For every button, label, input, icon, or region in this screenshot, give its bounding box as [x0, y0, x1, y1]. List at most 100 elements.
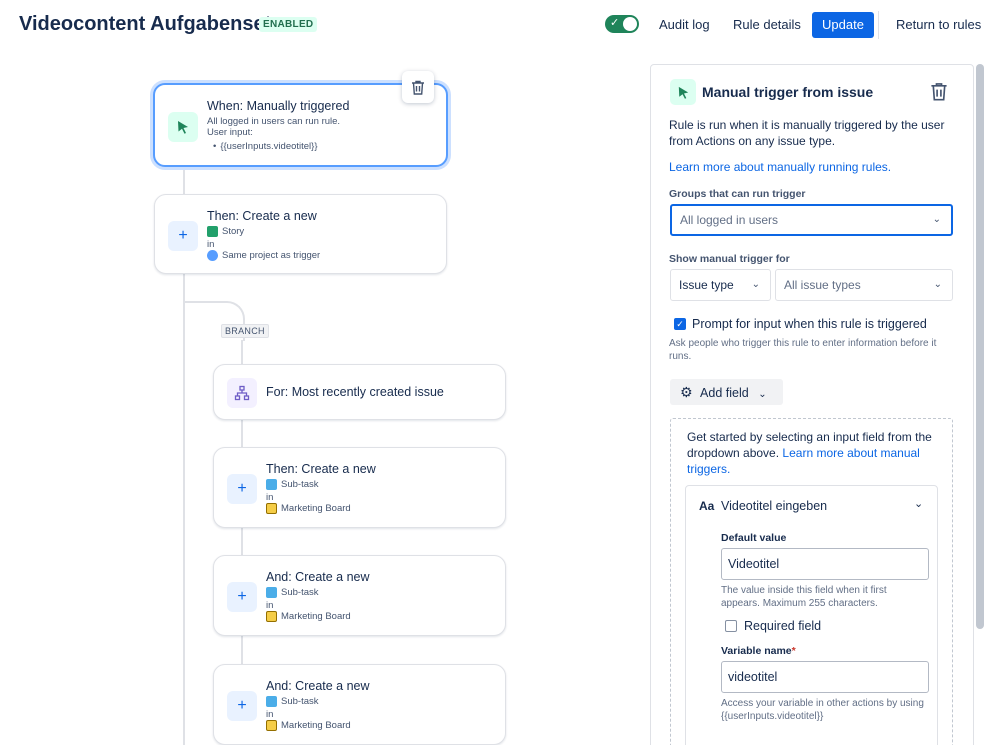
chevron-down-icon[interactable]: ⌄ [914, 497, 923, 510]
issue-types-value: All issue types [784, 278, 861, 292]
project-label: Marketing Board [281, 611, 351, 622]
prompt-checkbox[interactable]: ✓ [674, 318, 686, 330]
project-label: Marketing Board [281, 503, 351, 514]
project-label: Marketing Board [281, 720, 351, 731]
required-asterisk: * [791, 645, 796, 657]
trigger-panel-icon [670, 79, 696, 105]
subtask-icon [266, 696, 277, 707]
trigger-variable: {{userInputs.videotitel}} [220, 141, 318, 152]
return-to-rules-button[interactable]: Return to rules [888, 12, 989, 38]
text-type-icon: Aa [699, 499, 715, 513]
in-label: in [207, 239, 215, 250]
plus-icon: + [227, 691, 257, 721]
trigger-line1: All logged in users can run rule. [207, 116, 341, 127]
in-label: in [266, 600, 274, 611]
page-title: Videocontent Aufgabenset [19, 13, 272, 35]
issue-type-select[interactable]: Issue type ⌄ [670, 269, 771, 301]
chevron-down-icon: ⌄ [758, 389, 767, 400]
project: Marketing Board [266, 720, 351, 731]
in-label: in [266, 492, 274, 503]
story-icon [207, 226, 218, 237]
in-label: in [266, 709, 274, 720]
project: Same project as trigger [207, 250, 320, 261]
field-title: Videotitel eingeben [721, 499, 828, 513]
groups-select[interactable]: All logged in users ⌄ [670, 204, 953, 236]
variable-name-label: Variable name* [721, 645, 796, 657]
branch-tag: BRANCH [221, 324, 269, 338]
board-icon [266, 611, 277, 622]
cursor-icon [678, 86, 688, 99]
add-field-button[interactable]: ⚙ Add field ⌄ [670, 379, 783, 405]
cursor-icon [168, 112, 198, 142]
issue-type-label: Sub-task [281, 696, 319, 707]
action-card-subtask-1[interactable]: + Then: Create a new Sub-task in Marketi… [213, 447, 506, 528]
trigger-title: When: Manually triggered [207, 99, 350, 113]
panel-title: Manual trigger from issue [702, 84, 874, 100]
check-icon: ✓ [610, 17, 620, 29]
learn-more-link[interactable]: Learn more about manually running rules. [669, 160, 891, 174]
update-button[interactable]: Update [812, 12, 874, 38]
subtask-icon [266, 479, 277, 490]
delete-trigger-button[interactable] [402, 71, 434, 103]
trash-icon [931, 83, 947, 101]
toggle-knob [623, 17, 637, 31]
issue-type-label: Story [222, 226, 245, 237]
required-checkbox[interactable] [725, 620, 737, 632]
show-trigger-label: Show manual trigger for [669, 253, 790, 265]
default-value-input[interactable]: Videotitel [721, 548, 929, 580]
prompt-help: Ask people who trigger this rule to ente… [669, 338, 937, 362]
header-divider [878, 11, 879, 39]
board-icon [266, 503, 277, 514]
branch-card[interactable]: For: Most recently created issue [213, 364, 506, 420]
rule-details-button[interactable]: Rule details [725, 12, 809, 38]
variable-help: Access your variable in other actions by… [721, 698, 924, 722]
action-card-story[interactable]: + Then: Create a new Story in Same proje… [154, 194, 447, 274]
gear-icon: ⚙ [680, 384, 693, 400]
trigger-bullet: • {{userInputs.videotitel}} [213, 141, 318, 152]
get-started-text: Get started by selecting an input field … [687, 429, 942, 477]
prompt-label: Prompt for input when this rule is trigg… [692, 317, 927, 331]
default-value-help: The value inside this field when it firs… [721, 585, 887, 609]
chevron-down-icon: ⌄ [751, 279, 760, 290]
action-title: Then: Create a new [266, 462, 376, 476]
delete-panel-button[interactable] [930, 82, 948, 106]
chevron-down-icon: ⌄ [932, 214, 941, 225]
required-label: Required field [744, 619, 822, 633]
panel-description: Rule is run when it is manually triggere… [669, 118, 945, 148]
status-badge: ENABLED [259, 17, 318, 32]
branch-title: For: Most recently created issue [266, 385, 444, 399]
header: Videocontent Aufgabenset ENABLED ✓ Audit… [0, 0, 999, 50]
add-field-label: Add field [700, 386, 749, 400]
action-card-subtask-3[interactable]: + And: Create a new Sub-task in Marketin… [213, 664, 506, 745]
action-card-subtask-2[interactable]: + And: Create a new Sub-task in Marketin… [213, 555, 506, 636]
project: Marketing Board [266, 503, 351, 514]
project-label: Same project as trigger [222, 250, 321, 261]
variable-name-input[interactable]: videotitel [721, 661, 929, 693]
plus-icon: + [227, 474, 257, 504]
subtask-icon [266, 587, 277, 598]
audit-log-button[interactable]: Audit log [651, 12, 718, 38]
issue-type: Sub-task [266, 587, 319, 598]
trash-icon [412, 80, 424, 95]
branch-icon [227, 378, 257, 408]
trigger-line2: User input: [207, 127, 253, 138]
panel-scrollbar[interactable] [976, 64, 984, 629]
enable-toggle[interactable]: ✓ [605, 15, 639, 33]
action-title: And: Create a new [266, 679, 370, 693]
variable-name-text: Variable name [721, 645, 792, 657]
plus-icon: + [227, 582, 257, 612]
action-title: Then: Create a new [207, 209, 317, 223]
issue-type: Sub-task [266, 696, 319, 707]
plus-icon: + [168, 221, 198, 251]
groups-value: All logged in users [680, 213, 779, 227]
issue-type-value: Issue type [679, 278, 734, 292]
issue-type-label: Sub-task [281, 479, 319, 490]
issue-type: Sub-task [266, 479, 319, 490]
board-icon [266, 720, 277, 731]
issue-types-select[interactable]: All issue types ⌄ [775, 269, 953, 301]
chevron-down-icon: ⌄ [933, 279, 942, 290]
groups-label: Groups that can run trigger [669, 188, 806, 200]
globe-icon [207, 250, 218, 261]
action-title: And: Create a new [266, 570, 370, 584]
project: Marketing Board [266, 611, 351, 622]
